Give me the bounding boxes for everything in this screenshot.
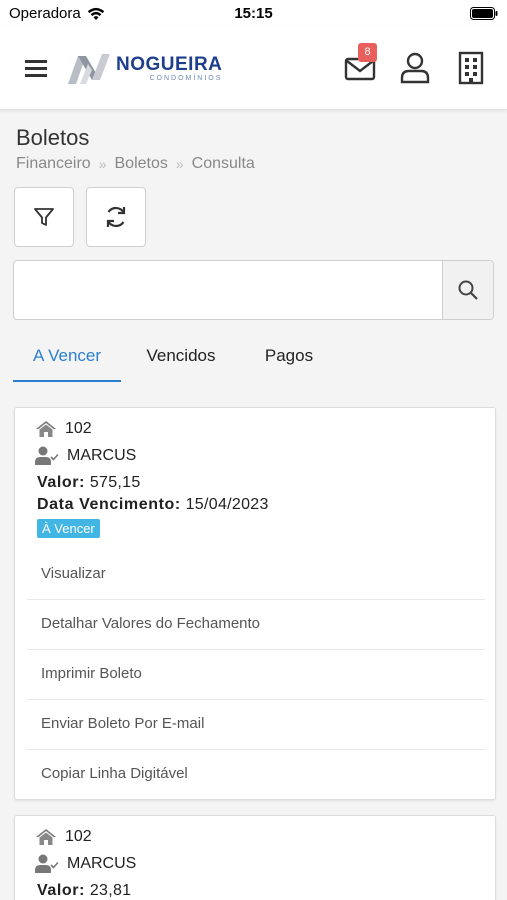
unit-row: 102 bbox=[35, 828, 92, 846]
vencimento-date: 15/04/2023 bbox=[185, 496, 269, 513]
action-list: Visualizar Detalhar Valores do Fechament… bbox=[27, 550, 485, 800]
unit-number: 102 bbox=[65, 828, 92, 845]
vencimento-line: Data Vencimento: 15/04/2023 bbox=[37, 496, 269, 514]
tab-a-vencer[interactable]: A Vencer bbox=[13, 340, 121, 382]
unit-row: 102 bbox=[35, 420, 92, 438]
owner-row: MARCUS bbox=[35, 854, 136, 874]
valor-line: Valor: 575,15 bbox=[37, 474, 141, 492]
building-icon[interactable] bbox=[453, 50, 489, 86]
breadcrumb-item-boletos[interactable]: Boletos bbox=[115, 155, 168, 173]
search-bar bbox=[13, 260, 494, 320]
menu-icon[interactable] bbox=[22, 54, 50, 82]
breadcrumb-item-financeiro[interactable]: Financeiro bbox=[16, 155, 91, 173]
breadcrumb-item-consulta: Consulta bbox=[191, 155, 255, 172]
logo-subtitle: CONDOMÍNIOS bbox=[149, 74, 223, 82]
owner-row: MARCUS bbox=[35, 446, 136, 466]
search-button[interactable] bbox=[442, 261, 493, 319]
breadcrumb: Financeiro » Boletos » Consulta bbox=[16, 155, 255, 173]
boleto-card: 102 MARCUS Valor: 575,15 Data Vencimento… bbox=[14, 407, 496, 800]
valor-label: Valor: bbox=[37, 882, 86, 899]
home-icon bbox=[36, 421, 56, 437]
action-copiar-linha[interactable]: Copiar Linha Digitável bbox=[27, 750, 485, 800]
refresh-icon bbox=[106, 206, 126, 228]
action-enviar-email[interactable]: Enviar Boleto Por E-mail bbox=[27, 700, 485, 750]
battery-icon bbox=[470, 7, 498, 20]
search-icon bbox=[458, 280, 478, 300]
valor-label: Valor: bbox=[37, 474, 86, 491]
unit-number: 102 bbox=[65, 420, 92, 437]
action-visualizar[interactable]: Visualizar bbox=[27, 550, 485, 600]
clock: 15:15 bbox=[234, 5, 273, 22]
valor-amount: 575,15 bbox=[89, 474, 141, 491]
logo-mark-icon bbox=[68, 54, 110, 84]
home-icon bbox=[36, 829, 56, 845]
boleto-card: 102 MARCUS Valor: 23,81 bbox=[14, 815, 496, 900]
page-title: Boletos bbox=[16, 125, 90, 150]
filter-icon bbox=[34, 208, 54, 226]
logo: NOGUEIRA CONDOMÍNIOS bbox=[66, 48, 222, 88]
tab-pagos[interactable]: Pagos bbox=[241, 340, 337, 382]
action-imprimir-boleto[interactable]: Imprimir Boleto bbox=[27, 650, 485, 700]
status-badge: À Vencer bbox=[37, 519, 100, 538]
refresh-button[interactable] bbox=[86, 187, 146, 247]
chevron-double-right-icon: » bbox=[175, 156, 184, 172]
search-input[interactable] bbox=[14, 261, 442, 319]
tab-vencidos[interactable]: Vencidos bbox=[121, 340, 241, 382]
status-bar: Operadora 15:15 bbox=[0, 0, 507, 26]
owner-name: MARCUS bbox=[67, 447, 137, 464]
action-detalhar-valores[interactable]: Detalhar Valores do Fechamento bbox=[27, 600, 485, 650]
user-icon[interactable] bbox=[397, 50, 433, 86]
tab-bar: A Vencer Vencidos Pagos bbox=[13, 340, 337, 382]
user-check-icon bbox=[35, 854, 59, 873]
mail-badge: 8 bbox=[358, 43, 377, 62]
filter-button[interactable] bbox=[14, 187, 74, 247]
app-header: NOGUEIRA CONDOMÍNIOS 8 bbox=[0, 26, 507, 110]
vencimento-label: Data Vencimento: bbox=[37, 496, 181, 513]
logo-brand: NOGUEIRA bbox=[116, 53, 223, 75]
user-check-icon bbox=[35, 446, 59, 465]
chevron-double-right-icon: » bbox=[98, 156, 107, 172]
valor-line: Valor: 23,81 bbox=[37, 882, 131, 900]
owner-name: MARCUS bbox=[67, 855, 137, 872]
valor-amount: 23,81 bbox=[89, 882, 132, 899]
